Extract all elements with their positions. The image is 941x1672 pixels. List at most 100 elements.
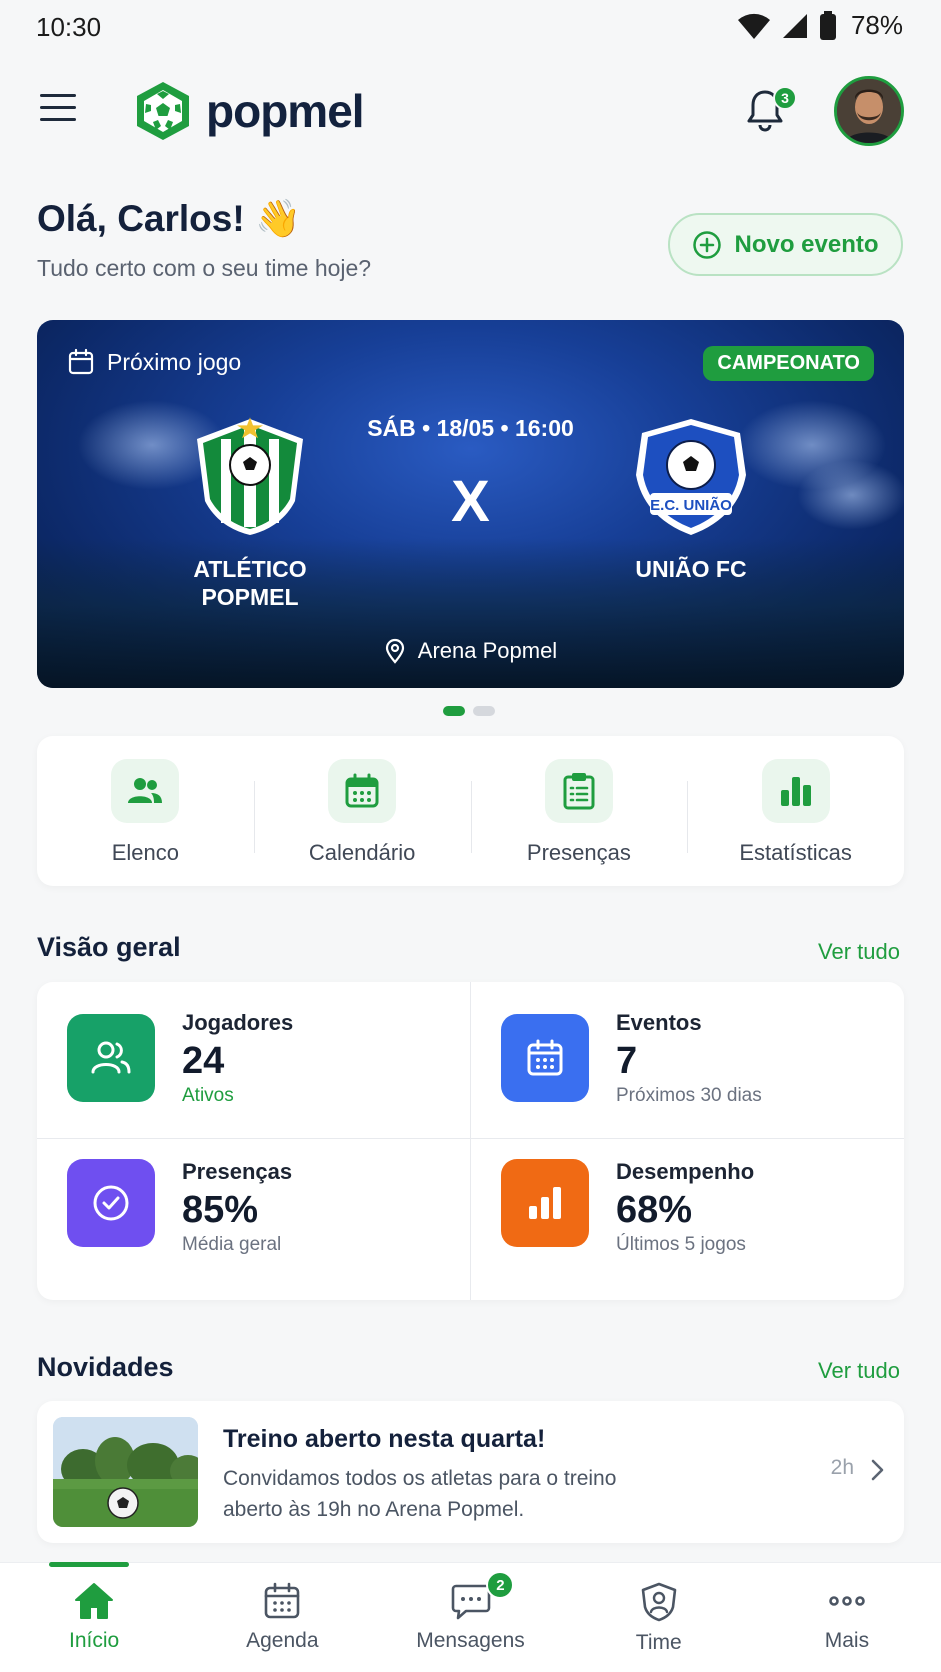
next-match-label: Próximo jogo [67, 348, 241, 376]
quick-action-estatisticas[interactable]: Estatísticas [687, 736, 904, 886]
users-icon [67, 1014, 155, 1102]
chevron-right-icon [871, 1459, 884, 1481]
quick-actions: Elenco Calendário Presenças Estatísticas [37, 736, 904, 886]
clipboard-icon [544, 759, 613, 823]
nav-item-mais[interactable]: Mais [753, 1563, 941, 1672]
nav-label: Mensagens [416, 1629, 525, 1652]
popmel-logo-icon [137, 82, 189, 140]
nav-item-mensagens[interactable]: 2 Mensagens [376, 1563, 564, 1672]
greeting: Olá, Carlos! 👋 Tudo certo com o seu time… [37, 198, 371, 282]
overview-card-value: 24 [182, 1040, 225, 1082]
overview-card-text: Jogadores 24 Ativos [182, 1010, 293, 1107]
next-match-card[interactable]: Próximo jogo CAMPEONATO SÁB • 18/05 • 16… [37, 320, 904, 688]
location-pin-icon [385, 638, 404, 664]
overview-card-value: 7 [616, 1040, 638, 1082]
menu-button[interactable] [40, 94, 82, 130]
quick-action-label: Estatísticas [739, 840, 852, 865]
battery-icon [819, 10, 836, 40]
signal-icon [782, 13, 807, 38]
overview-card-events[interactable]: Eventos 7 Próximos 30 dias [471, 982, 904, 1138]
app-logo[interactable]: popmel [134, 80, 365, 142]
overview-card-players[interactable]: Jogadores 24 Ativos [37, 982, 470, 1138]
bottom-navigation: Início Agenda 2 Mensagens Time Mais [0, 1562, 941, 1672]
menu-icon-line [40, 118, 76, 121]
plus-circle-icon [693, 230, 722, 259]
more-icon [829, 1596, 865, 1606]
overview-card-title: Eventos [616, 1010, 702, 1035]
overview-card-subtitle: Próximos 30 dias [616, 1085, 762, 1106]
nav-item-agenda[interactable]: Agenda [188, 1563, 376, 1672]
home-team[interactable]: ATLÉTICO POPMEL [140, 415, 360, 611]
app-name: popmel [206, 85, 365, 137]
overview-card-title: Jogadores [182, 1010, 294, 1035]
overview-card-text: Eventos 7 Próximos 30 dias [616, 1010, 762, 1107]
bar-chart-icon [501, 1159, 589, 1247]
away-team-crest-icon: E.C. UNIÃO [636, 419, 746, 535]
overview-card-text: Presenças 85% Média geral [182, 1159, 292, 1256]
quick-action-elenco[interactable]: Elenco [37, 736, 254, 886]
quick-action-label: Elenco [111, 840, 180, 865]
home-team-name-line1: ATLÉTICO [193, 556, 307, 582]
user-avatar-image [837, 79, 901, 143]
carousel-dot-active[interactable] [443, 706, 465, 716]
status-indicators: 78% [737, 10, 903, 41]
messages-badge: 2 [486, 1571, 515, 1599]
overview-card-title: Presenças [182, 1159, 293, 1184]
avatar[interactable] [834, 76, 904, 146]
overview-card-text: Desempenho 68% Últimos 5 jogos [616, 1159, 754, 1256]
overview-title: Visão geral [37, 932, 181, 962]
menu-icon-line [40, 106, 76, 109]
nav-label: Time [635, 1631, 682, 1654]
app-header: popmel 3 [0, 70, 941, 152]
news-item[interactable]: Treino aberto nesta quarta! Convidamos t… [37, 1401, 904, 1543]
new-event-label: Novo evento [734, 230, 879, 258]
home-icon [75, 1583, 114, 1619]
shield-user-icon [641, 1582, 677, 1622]
match-venue: Arena Popmel [37, 638, 904, 664]
overview-card-performance[interactable]: Desempenho 68% Últimos 5 jogos [471, 1139, 904, 1295]
chat-icon [451, 1584, 490, 1620]
home-team-name: ATLÉTICO POPMEL [140, 555, 360, 611]
check-circle-icon [67, 1159, 155, 1247]
competition-badge: CAMPEONATO [703, 346, 874, 381]
away-team[interactable]: E.C. UNIÃO UNIÃO FC [581, 415, 801, 583]
team-icon [111, 759, 180, 823]
overview-card-value: 85% [182, 1189, 259, 1231]
wifi-icon [737, 13, 770, 39]
nav-label: Início [69, 1629, 120, 1652]
news-item-title: Treino aberto nesta quarta! [223, 1425, 546, 1453]
status-bar: 10:30 78% [0, 0, 941, 56]
calendar-icon [264, 1582, 300, 1619]
nav-item-inicio[interactable]: Início [0, 1562, 188, 1672]
nav-active-indicator [49, 1562, 129, 1567]
match-venue-text: Arena Popmel [417, 638, 558, 663]
overview-card-value: 68% [616, 1189, 693, 1231]
greeting-title: Olá, Carlos! 👋 [37, 198, 302, 239]
new-event-button[interactable]: Novo evento [668, 213, 903, 276]
news-see-all-link[interactable]: Ver tudo [818, 1358, 900, 1384]
soccer-ball-photo [53, 1417, 198, 1527]
nav-label: Agenda [246, 1629, 319, 1652]
overview-see-all-link[interactable]: Ver tudo [818, 939, 900, 965]
bar-chart-icon [761, 759, 830, 823]
nav-label: Mais [824, 1629, 870, 1652]
calendar-icon [328, 759, 397, 823]
news-item-body-line: Convidamos todos os atletas para o trein… [223, 1467, 617, 1490]
battery-level: 78% [850, 10, 903, 40]
overview-card-title: Desempenho [616, 1159, 755, 1184]
home-team-name-line2: POPMEL [201, 584, 299, 610]
next-match-label-text: Próximo jogo [107, 348, 242, 375]
nav-item-time[interactable]: Time [565, 1563, 753, 1672]
news-item-time: 2h [830, 1456, 854, 1479]
notifications-button[interactable]: 3 [745, 86, 797, 138]
quick-action-calendario[interactable]: Calendário [253, 736, 471, 886]
carousel-dot[interactable] [473, 706, 495, 716]
quick-action-label: Presenças [526, 840, 631, 865]
quick-action-presencas[interactable]: Presenças [470, 736, 688, 886]
quick-action-label: Calendário [308, 840, 416, 865]
overview-card-subtitle: Ativos [182, 1085, 234, 1106]
notifications-badge: 3 [773, 86, 797, 110]
overview-grid: Jogadores 24 Ativos Eventos 7 Próximos 3… [37, 982, 904, 1300]
overview-card-attendance[interactable]: Presenças 85% Média geral [37, 1139, 470, 1295]
home-team-crest-icon [197, 417, 303, 535]
